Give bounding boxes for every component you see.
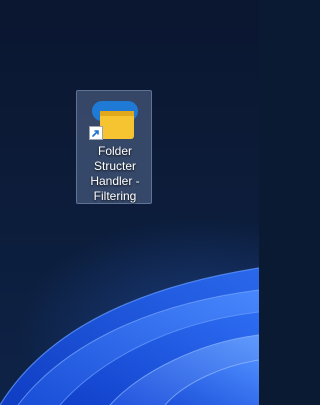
- shortcut-arrow-icon: [89, 126, 103, 140]
- desktop-shortcut-folder-structer-handler[interactable]: Folder Structer Handler - Filtering: [76, 90, 152, 204]
- desktop-icon-label: Folder Structer Handler - Filtering: [77, 144, 153, 204]
- desktop[interactable]: Folder Structer Handler - Filtering: [0, 0, 259, 405]
- label-line: Structer: [93, 159, 136, 173]
- label-line: Folder: [97, 144, 132, 158]
- label-line: Handler -: [90, 174, 140, 188]
- label-line: Filtering: [93, 189, 137, 203]
